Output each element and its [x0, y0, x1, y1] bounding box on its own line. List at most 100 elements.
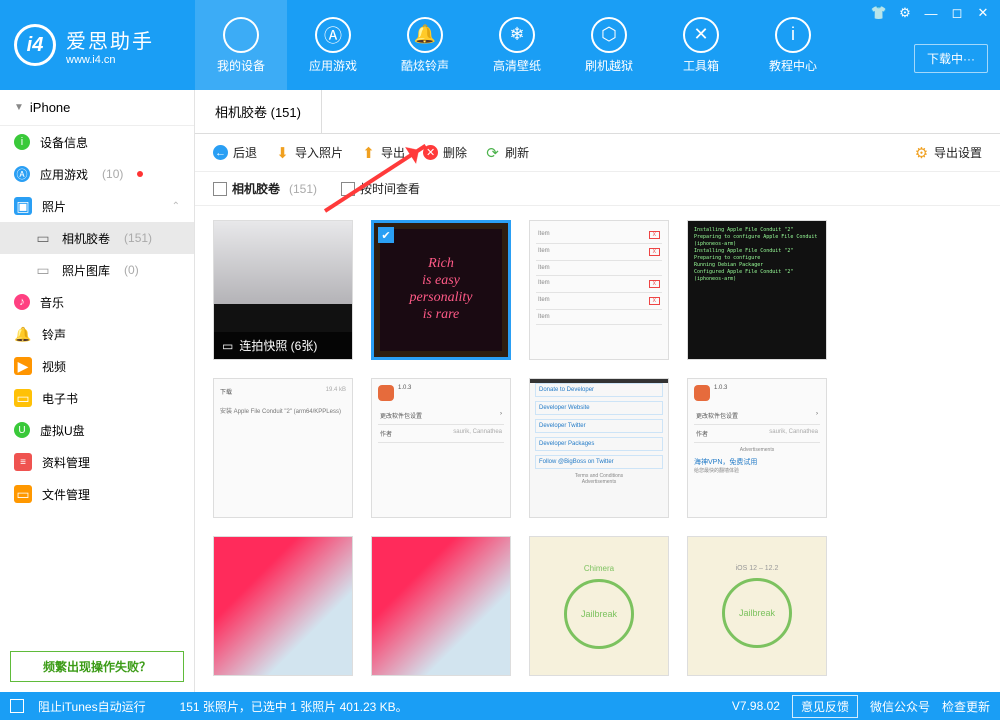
bell-icon: 🔔 — [407, 17, 443, 53]
app-title: 爱思助手 — [66, 25, 154, 54]
sidebar-item-ebooks[interactable]: ▭ 电子书 — [0, 382, 194, 414]
refresh-icon: ⟳ — [485, 145, 500, 160]
app-icon: Ⓐ — [14, 166, 30, 182]
nav-apps-games[interactable]: Ⓐ 应用游戏 — [287, 0, 379, 90]
photo-thumb[interactable] — [371, 536, 511, 676]
upload-icon: ⬆ — [361, 145, 376, 160]
logo-badge: i4 — [14, 24, 56, 66]
version-label: V7.98.02 — [732, 699, 780, 713]
tab-camera-roll[interactable]: 相机胶卷 (151) — [195, 90, 322, 133]
check-update-button[interactable]: 检查更新 — [942, 698, 990, 715]
photo-thumb-burst[interactable]: ▭连拍快照 (6张) — [213, 220, 353, 360]
sidebar-item-file-manage[interactable]: ▭ 文件管理 — [0, 478, 194, 510]
app-icon: Ⓐ — [315, 17, 351, 53]
snowflake-icon: ❄ — [499, 17, 535, 53]
photo-summary: 151 张照片，已选中 1 张照片 401.23 KB。 — [180, 698, 408, 715]
sidebar: ▼ iPhone i 设备信息 Ⓐ 应用游戏 (10) ▣ 照片 ⌃ — [0, 90, 195, 692]
back-button[interactable]: ← 后退 — [213, 144, 257, 161]
photo-thumb[interactable]: Chimera Jailbreak — [529, 536, 669, 676]
video-icon: ▶ — [14, 357, 32, 375]
photo-thumb[interactable]: ItemX ItemX Item ItemX ItemX Item — [529, 220, 669, 360]
tabbar: 相机胶卷 (151) — [195, 90, 1000, 134]
wechat-button[interactable]: 微信公众号 — [870, 698, 930, 715]
checkbox-icon[interactable] — [10, 699, 24, 713]
back-arrow-icon: ← — [213, 145, 228, 160]
import-photos-button[interactable]: ⬇ 导入照片 — [275, 144, 343, 161]
sidebar-device-header[interactable]: ▼ iPhone — [0, 90, 194, 126]
sidebar-item-virtual-usb[interactable]: U 虚拟U盘 — [0, 414, 194, 446]
list-icon: ≡ — [14, 453, 32, 471]
export-settings-button[interactable]: ⚙ 导出设置 — [914, 144, 982, 161]
sidebar-item-data-manage[interactable]: ≡ 资料管理 — [0, 446, 194, 478]
photo-thumb[interactable]: Installing Apple File Conduit "2"Prepari… — [687, 220, 827, 360]
status-bar: 阻止iTunes自动运行 151 张照片，已选中 1 张照片 401.23 KB… — [0, 692, 1000, 720]
select-all-camera-roll[interactable]: 相机胶卷 (151) — [213, 180, 317, 197]
photo-thumb[interactable]: 1.0.3 更改软件包设置› 作者saurik, Cannathea — [371, 378, 511, 518]
gear-icon[interactable]: ⚙ — [896, 4, 914, 22]
sidebar-item-photo-library[interactable]: ▭ 照片图库 (0) — [0, 254, 194, 286]
folder-icon: ▭ — [14, 485, 32, 503]
minimize-icon[interactable]: — — [922, 4, 940, 22]
sidebar-item-videos[interactable]: ▶ 视频 — [0, 350, 194, 382]
chevron-up-icon: ⌃ — [172, 201, 180, 212]
shirt-icon[interactable]: 👕 — [870, 4, 888, 22]
box-icon: ⬡ — [591, 17, 627, 53]
by-time-toggle[interactable]: 按时间查看 — [341, 180, 420, 197]
filter-bar: 相机胶卷 (151) 按时间查看 — [195, 172, 1000, 206]
sidebar-item-ringtones[interactable]: 🔔 铃声 — [0, 318, 194, 350]
info-icon: i — [775, 17, 811, 53]
gear-icon: ⚙ — [914, 145, 929, 160]
refresh-button[interactable]: ⟳ 刷新 — [485, 144, 529, 161]
nav-my-device[interactable]: 我的设备 — [195, 0, 287, 90]
nav-tutorials[interactable]: i 教程中心 — [747, 0, 839, 90]
folder-icon: ▭ — [34, 229, 52, 247]
apple-icon — [223, 17, 259, 53]
nav-flash-jailbreak[interactable]: ⬡ 刷机越狱 — [563, 0, 655, 90]
sidebar-item-music[interactable]: ♪ 音乐 — [0, 286, 194, 318]
tools-icon: ✕ — [683, 17, 719, 53]
stack-icon: ▭ — [222, 339, 233, 353]
app-url: www.i4.cn — [66, 54, 154, 66]
sidebar-item-photos[interactable]: ▣ 照片 ⌃ — [0, 190, 194, 222]
photo-thumb[interactable]: 1.0.3 更改软件包设置› 作者saurik, Cannathea Adver… — [687, 378, 827, 518]
badge-dot — [137, 171, 143, 177]
export-button[interactable]: ⬆ 导出 — [361, 144, 405, 161]
maximize-icon[interactable]: ◻ — [948, 4, 966, 22]
main-panel: 相机胶卷 (151) ← 后退 ⬇ 导入照片 ⬆ 导出 ✕ 删除 — [195, 90, 1000, 692]
photo-thumb[interactable]: iOS 12 – 12.2 Jailbreak — [687, 536, 827, 676]
sidebar-item-device-info[interactable]: i 设备信息 — [0, 126, 194, 158]
photo-thumb[interactable] — [213, 536, 353, 676]
downloading-button[interactable]: 下载中··· — [914, 44, 988, 73]
block-itunes-label[interactable]: 阻止iTunes自动运行 — [38, 698, 146, 715]
nav-wallpapers[interactable]: ❄ 高清壁纸 — [471, 0, 563, 90]
checkbox-icon — [213, 182, 227, 196]
photo-thumb[interactable]: ✔ Richis easypersonalityis rare — [371, 220, 511, 360]
check-icon: ✔ — [378, 227, 394, 243]
photo-icon: ▣ — [14, 197, 32, 215]
close-icon: ✕ — [423, 145, 438, 160]
chevron-down-icon: ▼ — [14, 102, 24, 113]
music-icon: ♪ — [14, 294, 30, 310]
book-icon: ▭ — [14, 389, 32, 407]
download-icon: ⬇ — [275, 145, 290, 160]
delete-button[interactable]: ✕ 删除 — [423, 144, 467, 161]
sidebar-item-apps[interactable]: Ⓐ 应用游戏 (10) — [0, 158, 194, 190]
info-icon: i — [14, 134, 30, 150]
photo-thumb[interactable]: Donate to Developer Developer Website De… — [529, 378, 669, 518]
photo-thumb[interactable]: 下载19.4 kB 安装 Apple File Conduit "2" (arm… — [213, 378, 353, 518]
folder-icon: ▭ — [34, 261, 52, 279]
checkbox-icon — [341, 182, 355, 196]
toolbar: ← 后退 ⬇ 导入照片 ⬆ 导出 ✕ 删除 ⟳ 刷新 — [195, 134, 1000, 172]
bell-icon: 🔔 — [14, 325, 32, 343]
window-controls: 👕 ⚙ — ◻ ✕ — [870, 4, 992, 22]
nav-toolbox[interactable]: ✕ 工具箱 — [655, 0, 747, 90]
close-icon[interactable]: ✕ — [974, 4, 992, 22]
top-nav: 我的设备 Ⓐ 应用游戏 🔔 酷炫铃声 ❄ 高清壁纸 ⬡ 刷机越狱 ✕ 工具箱 — [195, 0, 839, 90]
photo-grid: ▭连拍快照 (6张) ✔ Richis easypersonalityis ra… — [213, 220, 982, 692]
app-logo: i4 爱思助手 www.i4.cn — [0, 24, 195, 66]
nav-ringtones[interactable]: 🔔 酷炫铃声 — [379, 0, 471, 90]
sidebar-item-camera-roll[interactable]: ▭ 相机胶卷 (151) — [0, 222, 194, 254]
header: i4 爱思助手 www.i4.cn 我的设备 Ⓐ 应用游戏 🔔 酷炫铃声 ❄ 高… — [0, 0, 1000, 90]
feedback-button[interactable]: 意见反馈 — [792, 695, 858, 718]
sidebar-help-link[interactable]: 频繁出现操作失败？ — [10, 651, 184, 682]
